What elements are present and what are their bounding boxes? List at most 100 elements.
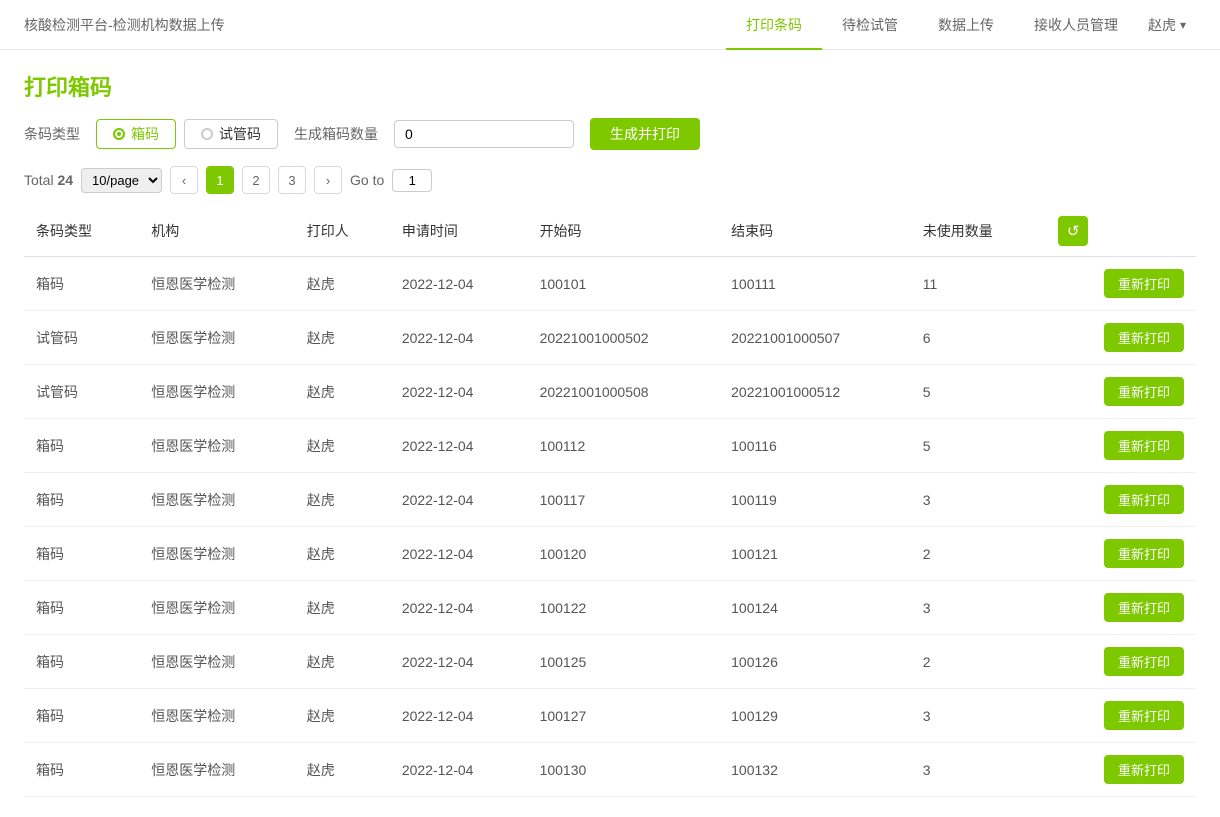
reprint-button[interactable]: 重新打印 xyxy=(1104,647,1184,676)
cell-printer: 赵虎 xyxy=(295,689,390,743)
col-org: 机构 xyxy=(139,206,295,257)
reprint-button[interactable]: 重新打印 xyxy=(1104,377,1184,406)
cell-end: 100116 xyxy=(719,419,911,473)
cell-time: 2022-12-04 xyxy=(390,689,528,743)
cell-action: 重新打印 xyxy=(1046,689,1196,743)
cell-action: 重新打印 xyxy=(1046,527,1196,581)
quantity-label: 生成箱码数量 xyxy=(294,124,378,144)
quantity-input[interactable] xyxy=(394,120,574,148)
col-end: 结束码 xyxy=(719,206,911,257)
cell-action: 重新打印 xyxy=(1046,257,1196,311)
cell-unused: 5 xyxy=(911,419,1046,473)
cell-time: 2022-12-04 xyxy=(390,581,528,635)
nav-item-待检试管[interactable]: 待检试管 xyxy=(822,0,918,50)
reprint-button[interactable]: 重新打印 xyxy=(1104,323,1184,352)
cell-end: 100121 xyxy=(719,527,911,581)
cell-time: 2022-12-04 xyxy=(390,635,528,689)
cell-unused: 11 xyxy=(911,257,1046,311)
cell-unused: 6 xyxy=(911,311,1046,365)
nav-user-label: 赵虎 xyxy=(1148,15,1176,35)
cell-time: 2022-12-04 xyxy=(390,311,528,365)
reprint-button[interactable]: 重新打印 xyxy=(1104,701,1184,730)
cell-end: 100124 xyxy=(719,581,911,635)
reprint-button[interactable]: 重新打印 xyxy=(1104,431,1184,460)
goto-label: Go to xyxy=(350,172,384,188)
reprint-button[interactable]: 重新打印 xyxy=(1104,593,1184,622)
col-start: 开始码 xyxy=(528,206,720,257)
nav-item-数据上传[interactable]: 数据上传 xyxy=(918,0,1014,50)
cell-printer: 赵虎 xyxy=(295,257,390,311)
page-content: 打印箱码 条码类型 箱码 试管码 生成箱码数量 生成并打印 Total 24 1… xyxy=(0,50,1220,817)
cell-action: 重新打印 xyxy=(1046,581,1196,635)
cell-time: 2022-12-04 xyxy=(390,527,528,581)
cell-org: 恒恩医学检测 xyxy=(139,635,295,689)
page-btn-3[interactable]: 3 xyxy=(278,166,306,194)
reprint-button[interactable]: 重新打印 xyxy=(1104,269,1184,298)
cell-org: 恒恩医学检测 xyxy=(139,473,295,527)
cell-time: 2022-12-04 xyxy=(390,257,528,311)
col-time: 申请时间 xyxy=(390,206,528,257)
header-title: 核酸检测平台-检测机构数据上传 xyxy=(24,15,225,35)
nav-item-打印条码[interactable]: 打印条码 xyxy=(726,0,822,50)
cell-unused: 2 xyxy=(911,635,1046,689)
cell-type: 箱码 xyxy=(24,419,139,473)
radio-box-label: 箱码 xyxy=(131,124,159,144)
header: 核酸检测平台-检测机构数据上传 打印条码待检试管数据上传接收人员管理 赵虎 xyxy=(0,0,1220,50)
radio-tube-code[interactable]: 试管码 xyxy=(184,119,278,149)
cell-org: 恒恩医学检测 xyxy=(139,743,295,797)
cell-unused: 5 xyxy=(911,365,1046,419)
total-label: Total 24 xyxy=(24,172,73,188)
reprint-button[interactable]: 重新打印 xyxy=(1104,755,1184,784)
cell-start: 100127 xyxy=(528,689,720,743)
reprint-button[interactable]: 重新打印 xyxy=(1104,485,1184,514)
cell-org: 恒恩医学检测 xyxy=(139,581,295,635)
cell-action: 重新打印 xyxy=(1046,743,1196,797)
table-row: 箱码 恒恩医学检测 赵虎 2022-12-04 100112 100116 5 … xyxy=(24,419,1196,473)
nav-items: 打印条码待检试管数据上传接收人员管理 xyxy=(726,0,1138,50)
nav-item-接收人员管理[interactable]: 接收人员管理 xyxy=(1014,0,1138,50)
cell-action: 重新打印 xyxy=(1046,311,1196,365)
cell-unused: 3 xyxy=(911,689,1046,743)
cell-printer: 赵虎 xyxy=(295,527,390,581)
table-row: 箱码 恒恩医学检测 赵虎 2022-12-04 100117 100119 3 … xyxy=(24,473,1196,527)
barcode-type-label: 条码类型 xyxy=(24,124,80,144)
cell-printer: 赵虎 xyxy=(295,419,390,473)
cell-unused: 2 xyxy=(911,527,1046,581)
data-table: 条码类型 机构 打印人 申请时间 开始码 结束码 未使用数量 ↺ 箱码 恒恩医学… xyxy=(24,206,1196,797)
page-size-select[interactable]: 10/page 20/page 50/page xyxy=(81,168,162,193)
radio-dot-tube xyxy=(201,128,213,140)
cell-printer: 赵虎 xyxy=(295,365,390,419)
cell-printer: 赵虎 xyxy=(295,635,390,689)
col-unused: 未使用数量 xyxy=(911,206,1046,257)
cell-action: 重新打印 xyxy=(1046,419,1196,473)
radio-tube-label: 试管码 xyxy=(219,124,261,144)
cell-end: 20221001000512 xyxy=(719,365,911,419)
cell-type: 箱码 xyxy=(24,581,139,635)
table-row: 箱码 恒恩医学检测 赵虎 2022-12-04 100120 100121 2 … xyxy=(24,527,1196,581)
prev-page-btn[interactable]: ‹ xyxy=(170,166,198,194)
cell-action: 重新打印 xyxy=(1046,473,1196,527)
cell-type: 箱码 xyxy=(24,527,139,581)
cell-end: 100129 xyxy=(719,689,911,743)
refresh-button[interactable]: ↺ xyxy=(1058,216,1088,246)
cell-action: 重新打印 xyxy=(1046,635,1196,689)
cell-time: 2022-12-04 xyxy=(390,365,528,419)
radio-box-code[interactable]: 箱码 xyxy=(96,119,176,149)
next-page-btn[interactable]: › xyxy=(314,166,342,194)
cell-end: 100119 xyxy=(719,473,911,527)
page-btn-2[interactable]: 2 xyxy=(242,166,270,194)
nav-user[interactable]: 赵虎 xyxy=(1138,15,1196,35)
cell-type: 试管码 xyxy=(24,365,139,419)
cell-start: 20221001000502 xyxy=(528,311,720,365)
page-btn-1[interactable]: 1 xyxy=(206,166,234,194)
goto-input[interactable] xyxy=(392,169,432,192)
cell-org: 恒恩医学检测 xyxy=(139,257,295,311)
cell-time: 2022-12-04 xyxy=(390,473,528,527)
cell-type: 箱码 xyxy=(24,257,139,311)
cell-org: 恒恩医学检测 xyxy=(139,311,295,365)
table-row: 箱码 恒恩医学检测 赵虎 2022-12-04 100130 100132 3 … xyxy=(24,743,1196,797)
reprint-button[interactable]: 重新打印 xyxy=(1104,539,1184,568)
generate-print-button[interactable]: 生成并打印 xyxy=(590,118,700,150)
col-printer: 打印人 xyxy=(295,206,390,257)
cell-type: 箱码 xyxy=(24,743,139,797)
